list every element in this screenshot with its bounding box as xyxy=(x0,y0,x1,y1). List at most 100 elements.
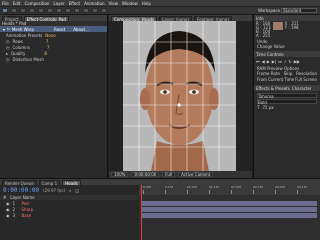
prev-frame-icon[interactable]: ◀ xyxy=(262,59,265,64)
layer-row[interactable]: ◉ 3 Base xyxy=(0,213,138,218)
brush-tool-icon[interactable] xyxy=(74,8,80,13)
info-note-change: Change Value xyxy=(257,44,285,49)
layer-name[interactable]: Pad xyxy=(22,201,29,206)
layer-number: 1 xyxy=(12,201,16,206)
clone-stamp-tool-icon[interactable] xyxy=(83,8,89,13)
tab-effect-controls[interactable]: Effect Controls: Pad xyxy=(23,15,69,22)
camera-select[interactable]: Active Camera xyxy=(178,172,214,177)
color-swatch xyxy=(272,22,283,30)
resolution-select[interactable]: Full xyxy=(162,172,176,177)
layer-column-header: # Layer Name xyxy=(0,195,138,200)
puppet-tool-icon[interactable] xyxy=(101,8,107,13)
menu-view[interactable]: View xyxy=(109,1,119,6)
info-title[interactable]: Info xyxy=(256,16,264,21)
tab-heads[interactable]: Heads xyxy=(62,179,81,186)
stopwatch-icon[interactable]: ◷ xyxy=(6,57,10,62)
layer-row[interactable]: ◉ 2 Sharp xyxy=(0,207,138,212)
loop-icon[interactable]: ↻ xyxy=(288,59,291,64)
layer-duration-bar[interactable] xyxy=(142,201,317,206)
tab-render-queue[interactable]: Render Queue xyxy=(2,179,37,186)
comp-flowchart-icon[interactable]: ◫ xyxy=(75,188,79,193)
stopwatch-icon[interactable]: ◷ xyxy=(6,39,10,44)
menu-edit[interactable]: Edit xyxy=(13,1,21,6)
menu-effect[interactable]: Effect xyxy=(69,1,81,6)
eye-icon[interactable]: ◉ xyxy=(6,201,10,206)
prop-value[interactable]: 7 xyxy=(47,45,50,50)
time-controls-title[interactable]: Time Controls xyxy=(256,52,284,57)
menu-file[interactable]: File xyxy=(2,1,9,6)
eye-icon[interactable]: ◉ xyxy=(6,207,10,212)
ram-preview-icon[interactable]: ▶▶ xyxy=(294,59,300,64)
effects-presets-tab[interactable]: Effects & Presets xyxy=(256,86,290,91)
rotate-tool-icon[interactable] xyxy=(29,8,35,13)
effect-reset-button[interactable]: Reset xyxy=(54,27,65,32)
character-panel: Tahoma Bold T 72 px xyxy=(254,91,320,112)
zoom-select[interactable]: 100% xyxy=(111,172,129,177)
prop-label: Distortion Mesh xyxy=(12,56,44,62)
layer-duration-bar[interactable] xyxy=(142,213,317,218)
info-panel: R : 160 G : 123 B : 104 A : 255 X : 211 … xyxy=(254,21,320,39)
workspace-select[interactable]: Standard xyxy=(281,8,317,13)
current-time-indicator[interactable] xyxy=(141,185,142,240)
layer-row[interactable]: ◉ 1 Pad xyxy=(0,201,138,206)
tab-composition[interactable]: Composition: Heads xyxy=(111,15,158,22)
prop-value[interactable]: None xyxy=(45,33,55,38)
current-time-display[interactable]: 0:00:00:00 xyxy=(131,172,160,177)
full-screen-checkbox[interactable]: Full Screen xyxy=(295,77,317,82)
transport-controls: ⏮ ◀ ▶ ▶| ⏭ ♪ ↻ ▶▶ xyxy=(254,57,320,66)
tab-comp-1[interactable]: Comp 1 xyxy=(38,179,61,186)
tab-footage[interactable]: Footage: (none) xyxy=(193,15,232,22)
from-current-checkbox[interactable]: From Current Time xyxy=(257,77,294,82)
play-icon[interactable]: ▶ xyxy=(267,59,270,64)
tab-layer[interactable]: Layer: (none) xyxy=(159,15,192,22)
prop-distortion-mesh[interactable]: ◷ Distortion Mesh xyxy=(0,56,107,62)
timeline-graph-area[interactable]: 0:00f 0:15f 01:00f 01:15f 02:00f 02:15f … xyxy=(139,185,320,240)
eye-icon[interactable]: ◉ xyxy=(6,213,10,218)
ruler-label: 02:00f xyxy=(231,185,241,189)
ruler-label: 0:00f xyxy=(143,185,151,189)
menu-window[interactable]: Window xyxy=(122,1,138,6)
first-frame-icon[interactable]: ⏮ xyxy=(256,59,260,64)
last-frame-icon[interactable]: ⏭ xyxy=(278,59,282,64)
font-style-select[interactable]: Bold xyxy=(257,99,317,105)
effects-presets-header: Effects & Presets Character xyxy=(254,85,320,91)
layer-name[interactable]: Base xyxy=(22,213,32,218)
font-size-icon: T xyxy=(257,105,260,110)
zoom-tool-icon[interactable] xyxy=(20,8,26,13)
character-tab[interactable]: Character xyxy=(292,86,312,91)
stopwatch-icon[interactable]: ◷ xyxy=(6,45,10,50)
effect-about-button[interactable]: About... xyxy=(73,27,89,32)
col-layer-name[interactable]: Layer Name xyxy=(10,195,34,200)
timeline-timecode[interactable]: 0:00:00:00 xyxy=(3,187,39,194)
face-image xyxy=(123,21,236,171)
pen-tool-icon[interactable] xyxy=(56,8,62,13)
prop-value[interactable]: 7 xyxy=(46,39,49,44)
ruler-label: 02:15f xyxy=(253,185,263,189)
disclosure-triangle-icon[interactable]: ▸ xyxy=(6,51,8,56)
next-frame-icon[interactable]: ▶| xyxy=(272,59,276,64)
eraser-tool-icon[interactable] xyxy=(92,8,98,13)
menu-layer[interactable]: Layer xyxy=(53,1,64,6)
ruler-label: 0:15f xyxy=(165,185,173,189)
hand-tool-icon[interactable] xyxy=(11,8,17,13)
menu-composition[interactable]: Composition xyxy=(24,1,49,6)
text-tool-icon[interactable] xyxy=(65,8,71,13)
search-icon[interactable]: ⌕ xyxy=(69,188,71,193)
audio-icon[interactable]: ♪ xyxy=(284,59,287,64)
composition-viewer[interactable] xyxy=(123,21,236,171)
fx-icon[interactable]: fx xyxy=(7,27,10,31)
disclosure-triangle-icon[interactable]: ▾ xyxy=(3,27,5,32)
tab-project[interactable]: Project xyxy=(2,15,22,22)
prop-value[interactable]: 8 xyxy=(44,51,47,56)
layer-duration-bar[interactable] xyxy=(142,207,317,212)
menu-help[interactable]: Help xyxy=(142,1,151,6)
pan-behind-tool-icon[interactable] xyxy=(47,8,53,13)
effect-name: Mesh Warp xyxy=(11,26,34,32)
font-size-value[interactable]: 72 px xyxy=(262,105,273,110)
time-ruler[interactable]: 0:00f 0:15f 01:00f 01:15f 02:00f 02:15f … xyxy=(139,185,320,195)
menu-animation[interactable]: Animation xyxy=(84,1,104,6)
layer-name[interactable]: Sharp xyxy=(22,207,34,212)
selection-tool-icon[interactable] xyxy=(2,8,8,13)
font-family-select[interactable]: Tahoma xyxy=(257,93,317,99)
camera-tool-icon[interactable] xyxy=(38,8,44,13)
